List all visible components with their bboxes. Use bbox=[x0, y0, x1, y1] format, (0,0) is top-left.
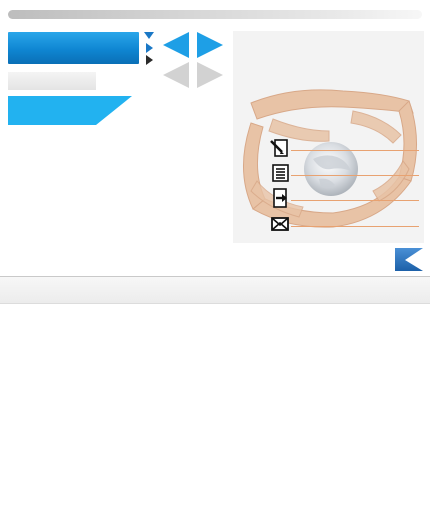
mail-icon bbox=[271, 217, 289, 231]
menu-underline bbox=[291, 200, 419, 201]
triangle-right-icon[interactable] bbox=[146, 43, 153, 53]
edit-icon bbox=[270, 139, 288, 157]
blue-ribbon-banner[interactable] bbox=[8, 96, 132, 125]
arrow-right-icon[interactable] bbox=[196, 31, 224, 59]
arrow-right-icon[interactable] bbox=[196, 61, 224, 89]
top-progress-bar bbox=[8, 10, 422, 19]
list-icon bbox=[272, 164, 289, 182]
exit-icon bbox=[273, 188, 287, 208]
menu-underline bbox=[291, 226, 419, 227]
chevron-left-icon[interactable] bbox=[395, 248, 423, 271]
menu-underline bbox=[291, 175, 419, 176]
arrow-left-icon[interactable] bbox=[162, 31, 190, 59]
triangle-down-icon[interactable] bbox=[144, 32, 154, 39]
bottom-toolbar bbox=[0, 277, 430, 304]
menu-underline bbox=[291, 150, 419, 151]
image-panel bbox=[233, 31, 424, 243]
menu-item-list[interactable] bbox=[269, 162, 419, 184]
menu-item-edit[interactable] bbox=[269, 137, 419, 159]
arrow-left-icon[interactable] bbox=[162, 61, 190, 89]
primary-blue-button[interactable] bbox=[8, 32, 139, 64]
triangle-right-icon[interactable] bbox=[146, 55, 153, 65]
menu-item-mail[interactable] bbox=[269, 213, 419, 235]
gray-field bbox=[8, 72, 96, 90]
menu-item-exit[interactable] bbox=[269, 187, 419, 209]
